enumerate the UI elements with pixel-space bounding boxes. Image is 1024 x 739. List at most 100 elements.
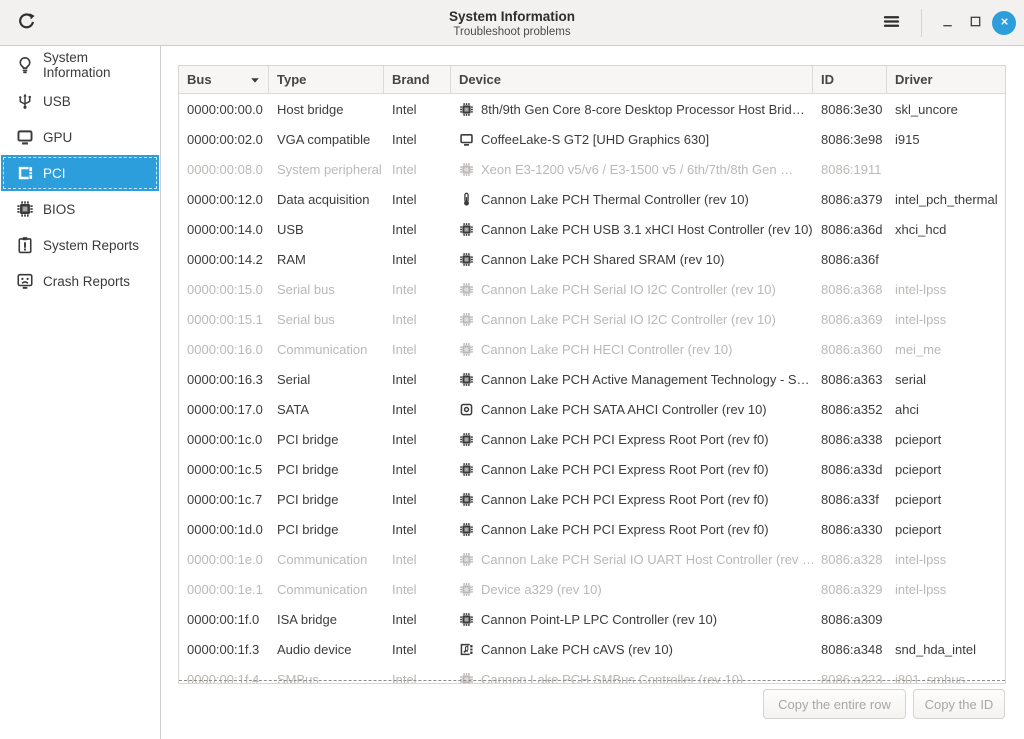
device-name: Cannon Lake PCH PCI Express Root Port (r… [481,432,769,447]
cell-device: Cannon Lake PCH Active Management Techno… [451,372,813,387]
sidebar-item-pci[interactable]: PCI [1,155,159,191]
cell-driver: ahci [887,402,1005,417]
cell-bus: 0000:00:14.2 [179,252,269,267]
sidebar-item-label: USB [43,94,71,109]
cell-id: 8086:a379 [813,192,887,207]
device-name: Cannon Lake PCH Serial IO UART Host Cont… [481,552,813,567]
copy-id-button[interactable]: Copy the ID [913,689,1005,719]
sidebar-item-bios[interactable]: BIOS [1,191,159,227]
sidebar-item-system-information[interactable]: System Information [1,47,159,83]
sidebar-item-system-reports[interactable]: System Reports [1,227,159,263]
device-name: CoffeeLake-S GT2 [UHD Graphics 630] [481,132,709,147]
cell-id: 8086:3e98 [813,132,887,147]
table-row[interactable]: 0000:00:02.0VGA compatibleIntelCoffeeLak… [179,124,1005,154]
thermometer-icon [459,192,474,207]
table-row[interactable]: 0000:00:15.1Serial busIntelCannon Lake P… [179,304,1005,334]
table-row[interactable]: 0000:00:00.0Host bridgeIntel8th/9th Gen … [179,94,1005,124]
cell-type: USB [269,222,384,237]
pci-device-table: Bus Type BrandDeviceIDDriver 0000:00:00.0H… [178,65,1006,684]
table-row[interactable]: 0000:00:1c.5PCI bridgeIntelCannon Lake P… [179,454,1005,484]
cell-type: Serial [269,372,384,387]
column-header-device[interactable]: Device [451,66,813,93]
cell-bus: 0000:00:02.0 [179,132,269,147]
cell-bus: 0000:00:00.0 [179,102,269,117]
table-row[interactable]: 0000:00:08.0System peripheralIntelXeon E… [179,154,1005,184]
cell-driver: mei_me [887,342,1005,357]
chip-icon [459,552,474,567]
cell-brand: Intel [384,222,451,237]
table-row[interactable]: 0000:00:1c.0PCI bridgeIntelCannon Lake P… [179,424,1005,454]
cell-id: 8086:a369 [813,312,887,327]
table-row[interactable]: 0000:00:1f.0ISA bridgeIntelCannon Point-… [179,604,1005,634]
table-row[interactable]: 0000:00:14.2RAMIntelCannon Lake PCH Shar… [179,244,1005,274]
table-row[interactable]: 0000:00:17.0SATAIntelCannon Lake PCH SAT… [179,394,1005,424]
table-row[interactable]: 0000:00:16.0CommunicationIntelCannon Lak… [179,334,1005,364]
device-name: Cannon Lake PCH PCI Express Root Port (r… [481,462,769,477]
sidebar-item-label: System Information [43,50,159,80]
device-name: Cannon Lake PCH PCI Express Root Port (r… [481,522,769,537]
cell-device: Device a329 (rev 10) [451,582,813,597]
cell-device: 8th/9th Gen Core 8-core Desktop Processo… [451,102,813,117]
chip-icon [459,252,474,267]
cell-type: SATA [269,402,384,417]
cell-brand: Intel [384,492,451,507]
cell-type: Serial bus [269,282,384,297]
chip-icon [459,102,474,117]
device-name: Cannon Lake PCH Serial IO I2C Controller… [481,282,776,297]
cell-bus: 0000:00:16.3 [179,372,269,387]
sidebar-item-usb[interactable]: USB [1,83,159,119]
device-name: Cannon Lake PCH PCI Express Root Port (r… [481,492,769,507]
cell-brand: Intel [384,402,451,417]
titlebar: System Information Troubleshoot problems [0,0,1024,46]
sidebar-item-gpu[interactable]: GPU [1,119,159,155]
lightbulb-icon [16,56,34,74]
cell-id: 8086:a363 [813,372,887,387]
sidebar-divider [160,46,161,739]
chip-icon [459,612,474,627]
cell-bus: 0000:00:1d.0 [179,522,269,537]
table-row[interactable]: 0000:00:1c.7PCI bridgeIntelCannon Lake P… [179,484,1005,514]
table-row[interactable]: 0000:00:14.0USBIntelCannon Lake PCH USB … [179,214,1005,244]
cell-device: Cannon Lake PCH Thermal Controller (rev … [451,192,813,207]
column-header-driver[interactable]: Driver [887,66,1005,93]
cell-bus: 0000:00:1e.0 [179,552,269,567]
copy-entire-row-button[interactable]: Copy the entire row [763,689,906,719]
cell-brand: Intel [384,282,451,297]
cell-device: Cannon Lake PCH PCI Express Root Port (r… [451,432,813,447]
cell-device: Cannon Lake PCH Serial IO UART Host Cont… [451,552,813,567]
close-button[interactable] [992,11,1016,35]
column-header-label: Bus [187,72,212,87]
table-row[interactable]: 0000:00:1f.3Audio deviceIntelCannon Lake… [179,634,1005,664]
table-row[interactable]: 0000:00:1e.0CommunicationIntelCannon Lak… [179,544,1005,574]
column-header-brand[interactable]: Brand [384,66,451,93]
titlebar-controls [877,0,1024,46]
table-row[interactable]: 0000:00:1e.1CommunicationIntelDevice a32… [179,574,1005,604]
device-name: 8th/9th Gen Core 8-core Desktop Processo… [481,102,805,117]
audio-card-icon [459,642,474,657]
cell-type: Communication [269,342,384,357]
minimize-button[interactable] [934,10,960,36]
device-name: Cannon Lake PCH HECI Controller (rev 10) [481,342,732,357]
sidebar-item-crash-reports[interactable]: Crash Reports [1,263,159,299]
cell-driver: serial [887,372,1005,387]
menu-button[interactable] [877,9,905,37]
column-header-type[interactable]: Type [269,66,384,93]
cell-type: Data acquisition [269,192,384,207]
table-row[interactable]: 0000:00:16.3SerialIntelCannon Lake PCH A… [179,364,1005,394]
refresh-button[interactable] [12,9,40,37]
maximize-button[interactable] [962,10,988,36]
chip-icon [459,222,474,237]
cell-type: Host bridge [269,102,384,117]
table-row[interactable]: 0000:00:12.0Data acquisitionIntelCannon … [179,184,1005,214]
cell-type: PCI bridge [269,462,384,477]
column-header-id[interactable]: ID [813,66,887,93]
table-row[interactable]: 0000:00:1f.4SMBusIntelCannon Lake PCH SM… [179,664,1005,684]
column-header-label: Type [277,72,306,87]
cell-brand: Intel [384,582,451,597]
column-header-bus[interactable]: Bus [179,66,269,93]
table-row[interactable]: 0000:00:15.0Serial busIntelCannon Lake P… [179,274,1005,304]
table-row[interactable]: 0000:00:1d.0PCI bridgeIntelCannon Lake P… [179,514,1005,544]
cell-bus: 0000:00:17.0 [179,402,269,417]
cell-device: Cannon Lake PCH Serial IO I2C Controller… [451,282,813,297]
cell-driver: pcieport [887,492,1005,507]
